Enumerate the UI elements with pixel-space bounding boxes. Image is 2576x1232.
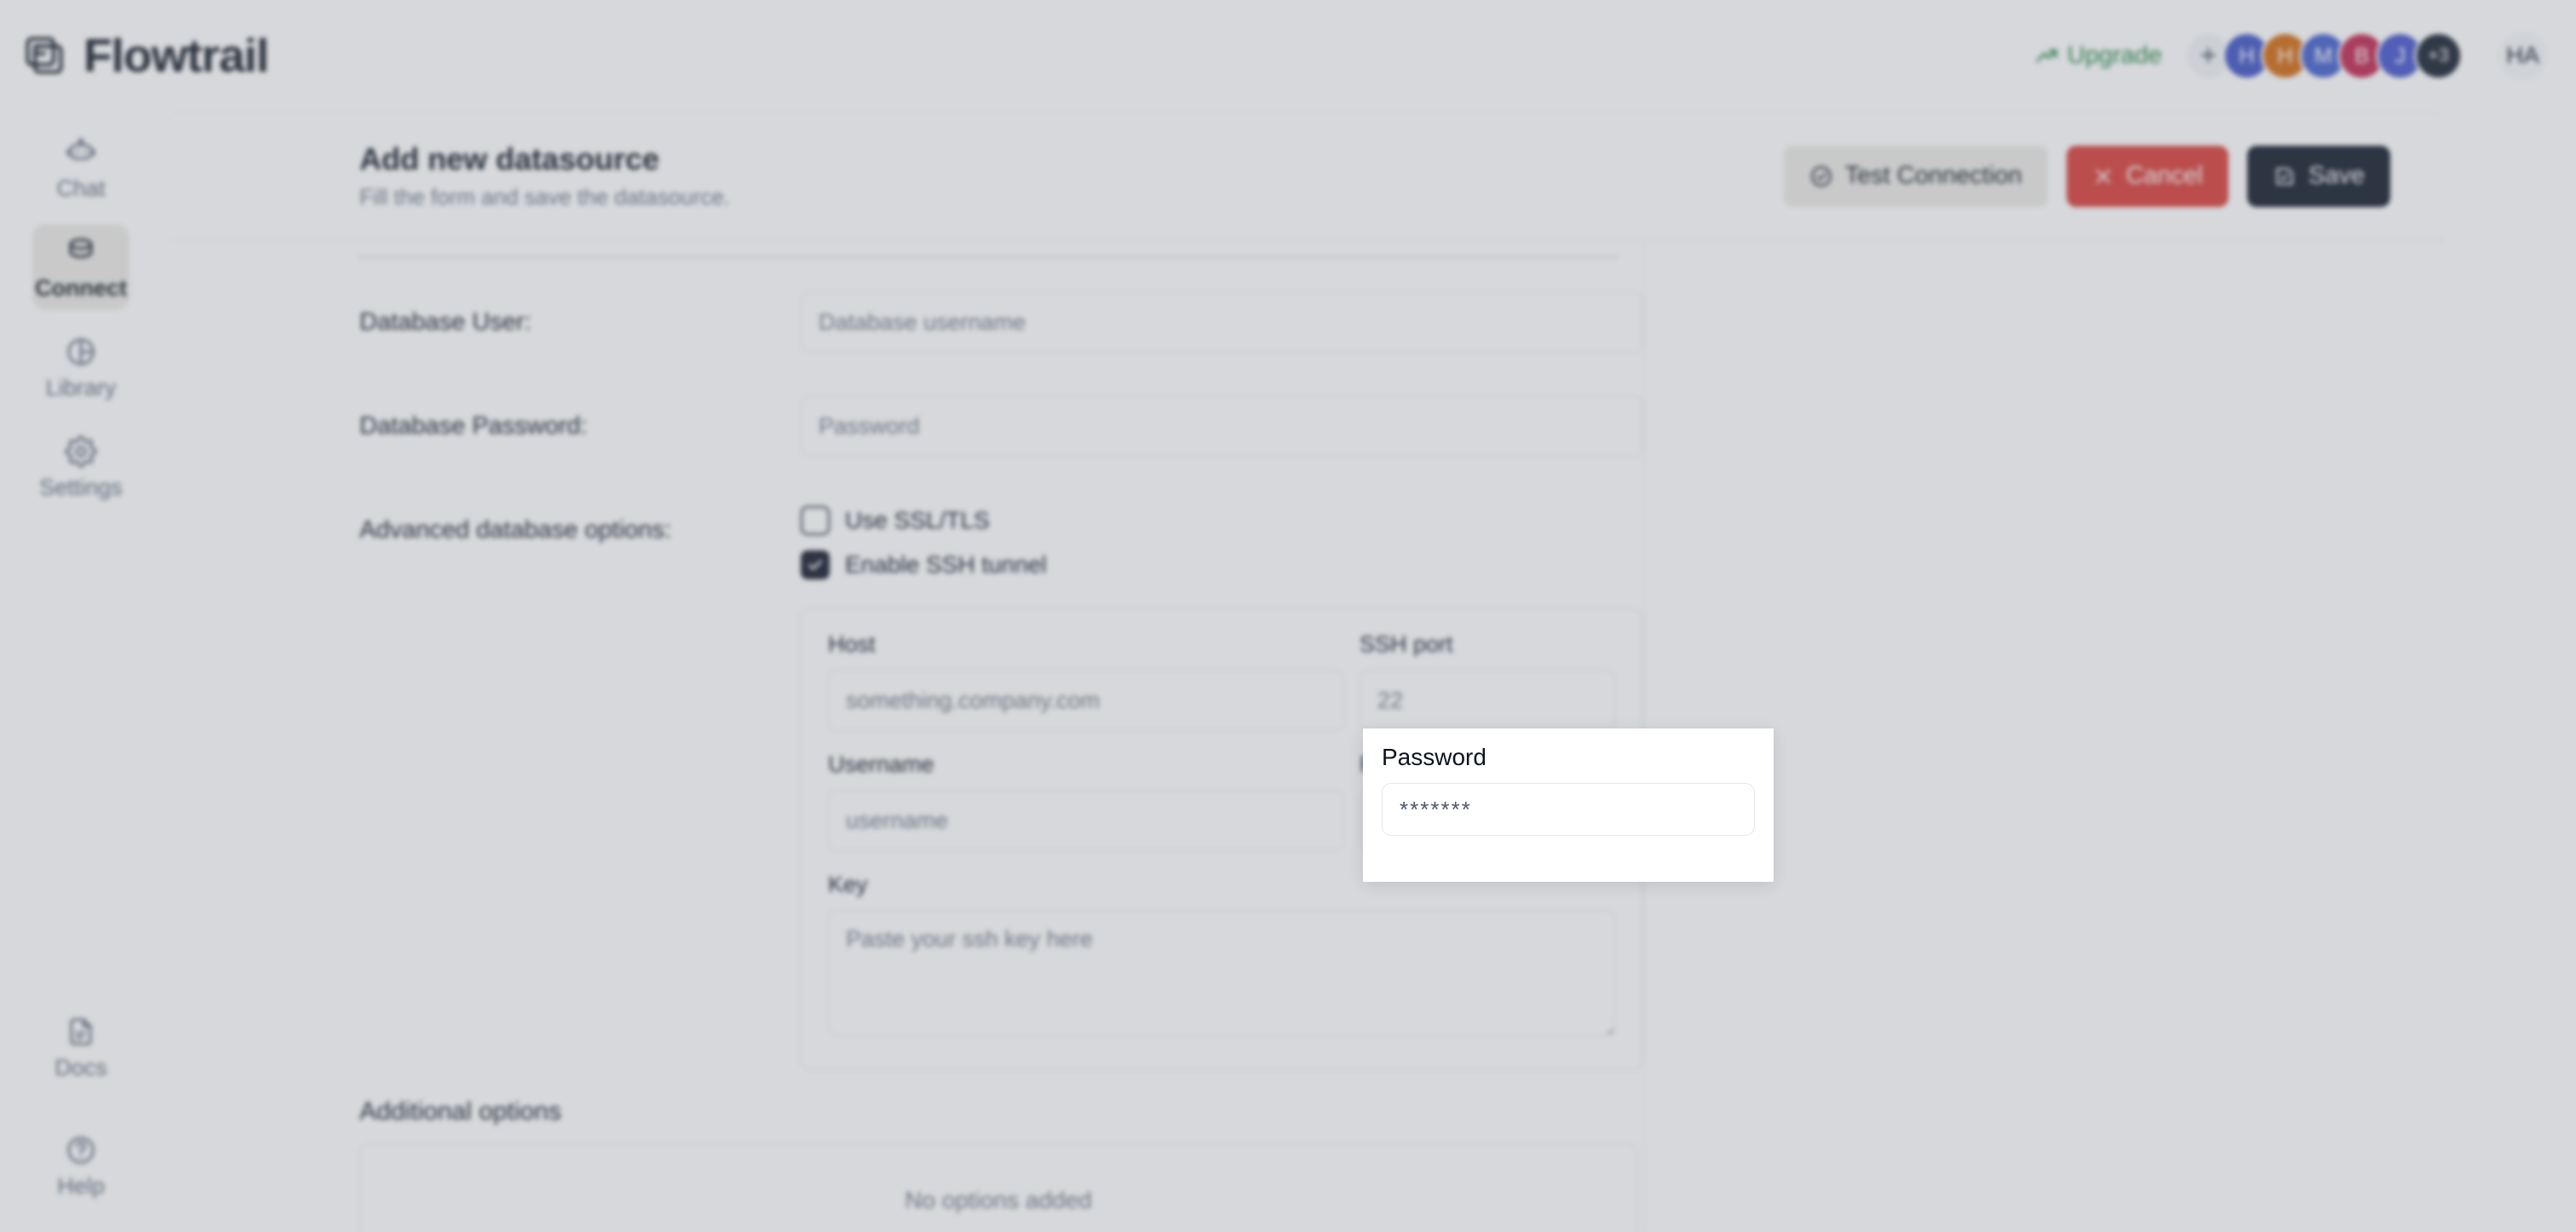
modal-blur-scrim[interactable] [0, 0, 2576, 1232]
password-popover: Password [1363, 728, 1774, 882]
password-popover-input[interactable] [1382, 783, 1755, 836]
password-popover-label: Password [1382, 744, 1486, 770]
